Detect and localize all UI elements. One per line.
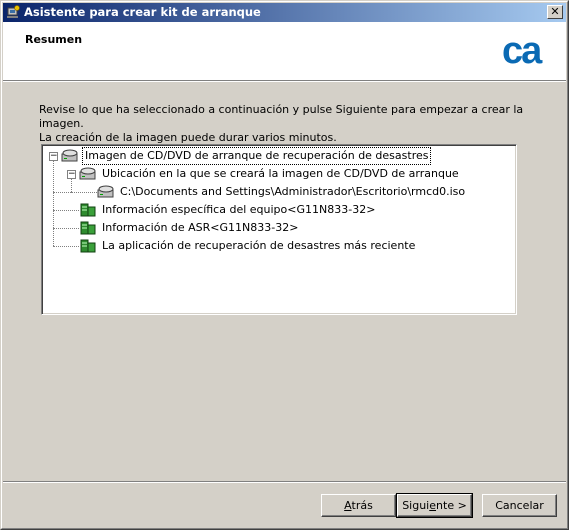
tree-item-machine-info[interactable]: Información específica del equipo<G11N83… [42,201,512,219]
server-icon [80,221,96,235]
next-button-label-end: nte > [436,499,467,512]
tree-item-location[interactable]: − Ubicación en la que se creará la image… [42,165,512,183]
close-icon: ✕ [550,5,560,18]
back-button-label: trás [351,499,373,512]
back-button-mnemonic: A [344,499,352,512]
drive-icon [79,167,96,180]
summary-tree[interactable]: − Imagen de CD/DVD de arranque de recupe… [41,144,517,315]
server-icon [80,239,96,253]
instructions-line-2: La creación de la imagen puede durar var… [39,131,337,144]
footer-separator [3,481,566,483]
title-bar[interactable]: Asistente para crear kit de arranque ✕ [3,3,566,22]
wizard-header: Resumen ca [3,22,566,80]
window-title: Asistente para crear kit de arranque [24,5,261,19]
drive-icon [97,185,114,198]
tree-item-label: La aplicación de recuperación de desastr… [102,239,416,252]
tree-item-label: C:\Documents and Settings\Administrador\… [120,185,466,198]
next-button-label-start: Sigui [402,499,430,512]
tree-item-asr-info[interactable]: Información de ASR<G11N833-32> [42,219,512,237]
tree-item-root[interactable]: − Imagen de CD/DVD de arranque de recupe… [42,147,512,165]
header-separator [3,80,566,82]
cancel-button-label: Cancelar [495,499,544,512]
tree-item-path[interactable]: C:\Documents and Settings\Administrador\… [42,183,512,201]
instructions: Revise lo que ha seleccionado a continua… [39,103,539,145]
tree-item-label: Información específica del equipo<G11N83… [102,203,376,216]
close-button[interactable]: ✕ [547,5,563,19]
page-title: Resumen [25,33,83,46]
collapse-icon[interactable]: − [67,170,76,179]
tree-item-label: Ubicación en la que se creará la imagen … [102,167,459,180]
tree-item-label: Imagen de CD/DVD de arranque de recupera… [82,147,432,165]
back-button[interactable]: Atrás [321,494,396,517]
next-button[interactable]: Siguiente > [396,493,473,518]
wizard-app-icon [7,5,20,18]
instructions-line-1: Revise lo que ha seleccionado a continua… [39,103,524,130]
server-icon [80,203,96,217]
drive-icon [61,149,78,162]
next-button-mnemonic: e [429,499,437,512]
tree-item-latest-app[interactable]: La aplicación de recuperación de desastr… [42,237,512,255]
wizard-window: Asistente para crear kit de arranque ✕ R… [0,0,569,530]
cancel-button[interactable]: Cancelar [482,494,557,517]
ca-logo: ca [502,31,545,71]
collapse-icon[interactable]: − [49,152,58,161]
ca-logo-text: ca [502,31,543,71]
tree-item-label: Información de ASR<G11N833-32> [102,221,299,234]
